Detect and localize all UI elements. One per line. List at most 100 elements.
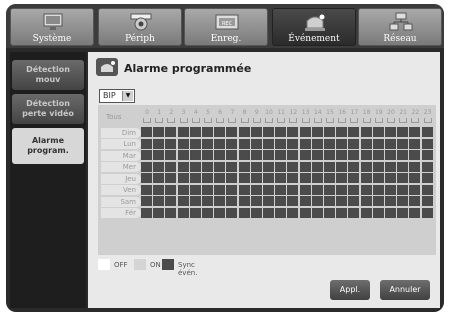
schedule-cell[interactable]: [189, 127, 201, 137]
schedule-cell[interactable]: [250, 184, 262, 195]
schedule-cell[interactable]: [214, 127, 226, 137]
schedule-cell[interactable]: [153, 161, 165, 172]
schedule-cell[interactable]: [214, 150, 226, 160]
schedule-cell[interactable]: [348, 184, 360, 195]
schedule-cell[interactable]: [141, 207, 152, 218]
schedule-cell[interactable]: [421, 207, 433, 218]
schedule-cell[interactable]: [385, 196, 396, 206]
schedule-cell[interactable]: [287, 207, 299, 218]
schedule-cell[interactable]: [202, 161, 213, 172]
schedule-cell[interactable]: [238, 150, 250, 160]
schedule-cell[interactable]: [263, 196, 274, 206]
schedule-cell[interactable]: [165, 207, 177, 218]
schedule-cell[interactable]: [397, 184, 409, 195]
hour-header[interactable]: 16: [336, 109, 348, 127]
schedule-cell[interactable]: [287, 173, 299, 183]
schedule-cell[interactable]: [348, 127, 360, 137]
schedule-cell[interactable]: [202, 207, 213, 218]
schedule-cell[interactable]: [287, 161, 299, 172]
schedule-cell[interactable]: [311, 184, 323, 195]
hour-header[interactable]: 21: [397, 109, 409, 127]
schedule-cell[interactable]: [324, 127, 335, 137]
schedule-cell[interactable]: [177, 196, 189, 206]
schedule-cell[interactable]: [275, 184, 287, 195]
schedule-cell[interactable]: [226, 138, 238, 149]
schedule-cell[interactable]: [336, 184, 348, 195]
schedule-cell[interactable]: [409, 150, 421, 160]
schedule-cell[interactable]: [409, 138, 421, 149]
schedule-cell[interactable]: [397, 127, 409, 137]
schedule-cell[interactable]: [385, 127, 396, 137]
schedule-cell[interactable]: [238, 207, 250, 218]
schedule-cell[interactable]: [311, 207, 323, 218]
schedule-cell[interactable]: [336, 207, 348, 218]
schedule-cell[interactable]: [214, 207, 226, 218]
schedule-cell[interactable]: [226, 150, 238, 160]
schedule-cell[interactable]: [263, 150, 274, 160]
schedule-cell[interactable]: [263, 161, 274, 172]
schedule-cell[interactable]: [421, 196, 433, 206]
tab-reseau[interactable]: Réseau: [358, 8, 442, 46]
schedule-cell[interactable]: [311, 138, 323, 149]
day-row-label[interactable]: Ven: [101, 185, 141, 195]
schedule-cell[interactable]: [311, 196, 323, 206]
schedule-cell[interactable]: [336, 196, 348, 206]
schedule-cell[interactable]: [141, 138, 152, 149]
schedule-cell[interactable]: [324, 184, 335, 195]
schedule-cell[interactable]: [336, 127, 348, 137]
schedule-cell[interactable]: [421, 150, 433, 160]
schedule-cell[interactable]: [165, 138, 177, 149]
schedule-cell[interactable]: [421, 161, 433, 172]
schedule-cell[interactable]: [153, 196, 165, 206]
schedule-cell[interactable]: [238, 184, 250, 195]
schedule-cell[interactable]: [189, 138, 201, 149]
schedule-cell[interactable]: [250, 161, 262, 172]
hour-header[interactable]: 15: [324, 109, 336, 127]
schedule-cell[interactable]: [385, 138, 396, 149]
schedule-cell[interactable]: [348, 173, 360, 183]
schedule-cell[interactable]: [421, 173, 433, 183]
schedule-cell[interactable]: [202, 150, 213, 160]
schedule-cell[interactable]: [189, 161, 201, 172]
schedule-cell[interactable]: [202, 173, 213, 183]
schedule-cell[interactable]: [214, 196, 226, 206]
schedule-cell[interactable]: [214, 173, 226, 183]
hour-header[interactable]: 2: [165, 109, 177, 127]
hour-header[interactable]: 9: [251, 109, 263, 127]
schedule-cell[interactable]: [324, 196, 335, 206]
schedule-cell[interactable]: [177, 207, 189, 218]
schedule-cell[interactable]: [250, 138, 262, 149]
hour-header[interactable]: 20: [385, 109, 397, 127]
schedule-cell[interactable]: [324, 161, 335, 172]
schedule-cell[interactable]: [214, 138, 226, 149]
schedule-cell[interactable]: [263, 173, 274, 183]
schedule-cell[interactable]: [299, 127, 311, 137]
schedule-cell[interactable]: [311, 161, 323, 172]
schedule-cell[interactable]: [348, 196, 360, 206]
schedule-cell[interactable]: [348, 150, 360, 160]
schedule-cell[interactable]: [153, 184, 165, 195]
cancel-button[interactable]: Annuler: [380, 280, 430, 300]
schedule-cell[interactable]: [263, 184, 274, 195]
schedule-cell[interactable]: [226, 127, 238, 137]
schedule-cell[interactable]: [397, 138, 409, 149]
schedule-cell[interactable]: [397, 196, 409, 206]
schedule-cell[interactable]: [214, 161, 226, 172]
day-row-label[interactable]: Dim: [101, 127, 141, 138]
schedule-cell[interactable]: [141, 173, 152, 183]
schedule-cell[interactable]: [360, 138, 372, 149]
schedule-cell[interactable]: [372, 161, 384, 172]
hour-header[interactable]: 1: [153, 109, 165, 127]
schedule-cell[interactable]: [397, 207, 409, 218]
hour-header[interactable]: 17: [348, 109, 360, 127]
hour-header[interactable]: 3: [178, 109, 190, 127]
schedule-cell[interactable]: [372, 173, 384, 183]
schedule-cell[interactable]: [311, 173, 323, 183]
day-row-label[interactable]: Mer: [101, 162, 141, 172]
schedule-cell[interactable]: [141, 196, 152, 206]
hour-header[interactable]: 18: [361, 109, 373, 127]
sidebar-item-detection-mouv[interactable]: Détection mouv: [12, 60, 84, 90]
schedule-cell[interactable]: [324, 138, 335, 149]
schedule-cell[interactable]: [299, 207, 311, 218]
schedule-cell[interactable]: [250, 127, 262, 137]
